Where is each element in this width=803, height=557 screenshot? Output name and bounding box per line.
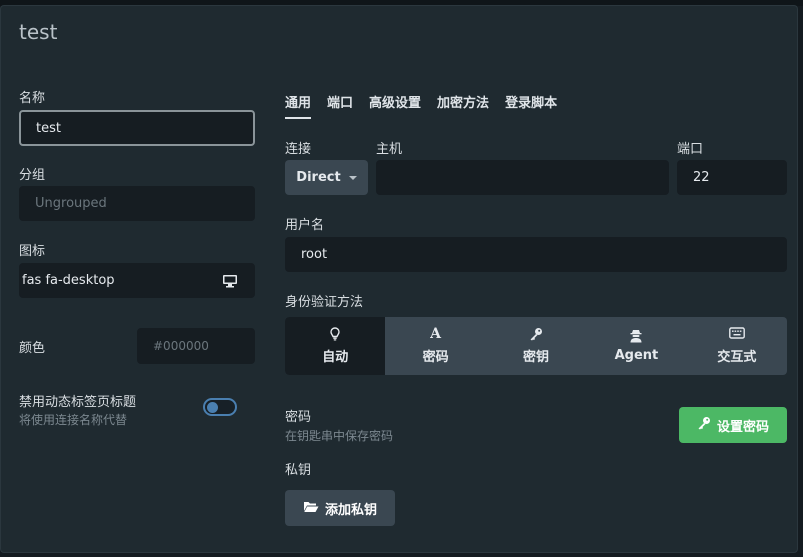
password-sublabel: 在钥匙串中保存密码 (285, 429, 394, 443)
dynamic-title-label: 禁用动态标签页标题 (19, 395, 137, 410)
host-input[interactable] (376, 160, 669, 195)
keyboard-icon (728, 327, 745, 341)
auth-password-option[interactable]: A 密码 (385, 317, 485, 375)
caret-down-icon (348, 175, 357, 180)
auth-key-label: 密钥 (523, 350, 550, 365)
lightbulb-icon (330, 327, 340, 341)
auth-password-label: 密码 (422, 350, 449, 365)
name-label: 名称 (19, 91, 46, 106)
private-key-label: 私钥 (285, 463, 312, 478)
auth-auto-option[interactable]: 自动 (285, 317, 386, 375)
user-secret-icon (629, 329, 643, 343)
auth-interactive-option[interactable]: 交互式 (687, 317, 787, 375)
add-private-key-button[interactable]: 添加私钥 (285, 490, 395, 526)
tab-ports[interactable]: 端口 (327, 92, 353, 119)
auth-auto-label: 自动 (322, 350, 349, 365)
connection-type-dropdown[interactable]: Direct (285, 160, 368, 195)
auth-key-option[interactable]: 密钥 (486, 317, 586, 375)
group-input[interactable]: Ungrouped (19, 186, 255, 221)
name-input[interactable]: test (19, 110, 255, 146)
icon-label: 图标 (19, 244, 46, 259)
set-password-button[interactable]: 设置密码 (679, 407, 787, 443)
font-icon: A (430, 326, 442, 342)
auth-method-selector: 自动 A 密码 密钥 Agent 交互式 (285, 317, 787, 375)
auth-method-label: 身份验证方法 (285, 295, 364, 310)
tab-login-scripts[interactable]: 登录脚本 (505, 92, 557, 119)
icon-input[interactable]: fas fa-desktop (19, 263, 255, 298)
username-input[interactable]: root (285, 237, 787, 272)
folder-open-icon (303, 500, 319, 517)
key-icon (697, 416, 711, 434)
auth-agent-option[interactable]: Agent (586, 317, 686, 375)
username-label: 用户名 (285, 218, 325, 233)
dynamic-title-toggle[interactable] (203, 398, 237, 416)
auth-agent-label: Agent (614, 348, 659, 363)
dialog-title: test (19, 20, 58, 44)
color-input[interactable]: #000000 (137, 328, 255, 364)
dynamic-title-sublabel: 将使用连接名称代替 (19, 413, 128, 427)
settings-tabs: 通用 端口 高级设置 加密方法 登录脚本 (285, 92, 573, 119)
password-label: 密码 (285, 410, 312, 425)
toggle-knob (207, 402, 218, 413)
key-icon (529, 327, 543, 341)
icon-input-value: fas fa-desktop (22, 273, 115, 288)
tab-general[interactable]: 通用 (285, 92, 312, 119)
color-label: 颜色 (19, 341, 46, 356)
port-label: 端口 (677, 142, 704, 157)
auth-interactive-label: 交互式 (717, 350, 757, 365)
desktop-icon (222, 274, 238, 288)
connection-settings-dialog: test 名称 test 分组 Ungrouped 图标 fas fa-desk… (0, 5, 798, 553)
group-label: 分组 (19, 168, 46, 183)
connection-label: 连接 (285, 142, 312, 157)
port-input[interactable]: 22 (677, 160, 787, 195)
add-private-key-label: 添加私钥 (324, 502, 377, 518)
set-password-label: 设置密码 (716, 419, 769, 435)
tab-advanced[interactable]: 高级设置 (369, 92, 421, 119)
connection-type-value: Direct (296, 170, 341, 185)
tab-ciphers[interactable]: 加密方法 (437, 92, 489, 119)
host-label: 主机 (376, 142, 403, 157)
